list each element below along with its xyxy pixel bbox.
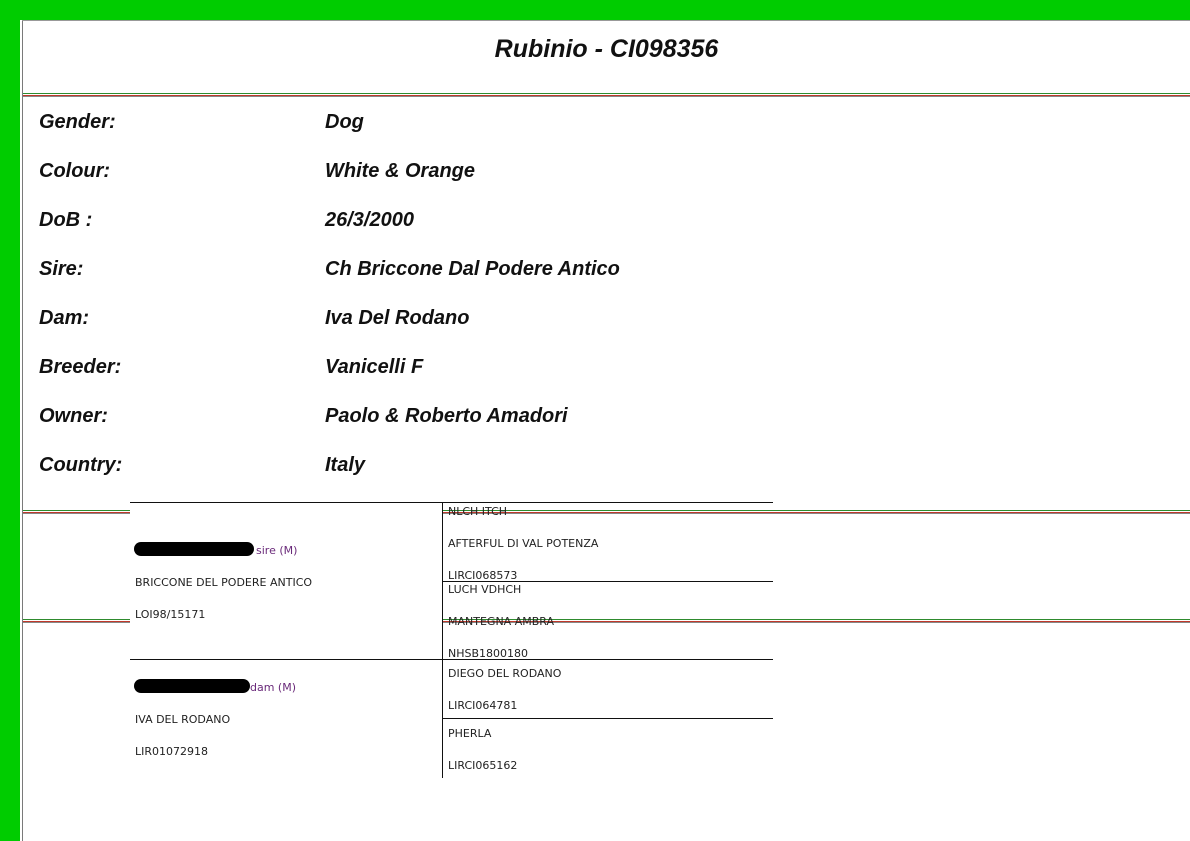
sire-role-label: sire (M) <box>256 544 298 557</box>
breeder-value: Vanicelli F <box>325 356 424 378</box>
detail-row-country: Country: Italy <box>39 454 939 480</box>
sire-reg: LOI98/15171 <box>135 608 206 621</box>
dam-role-label: dam (M) <box>250 681 297 694</box>
dob-label: DoB : <box>39 209 93 231</box>
page-title: Rubinio - CI098356 <box>494 34 719 63</box>
dam-grandparents-divider <box>443 718 773 719</box>
detail-row-gender: Gender: Dog <box>39 111 939 137</box>
owner-value: Paolo & Roberto Amadori <box>325 405 568 427</box>
dam-dam-reg: LIRCI065162 <box>448 759 518 772</box>
dam-dam-name: PHERLA <box>448 727 492 740</box>
detail-row-dam: Dam: Iva Del Rodano <box>39 307 939 333</box>
sire-sire-name: AFTERFUL DI VAL POTENZA <box>448 537 599 550</box>
country-value: Italy <box>325 454 366 476</box>
dam-sire-name: DIEGO DEL RODANO <box>448 667 562 680</box>
detail-row-owner: Owner: Paolo & Roberto Amadori <box>39 405 939 431</box>
dam-label: Dam: <box>39 307 90 329</box>
pedigree-generation-divider <box>442 502 443 778</box>
detail-row-dob: DoB : 26/3/2000 <box>39 209 939 235</box>
breeder-label: Breeder: <box>39 356 122 378</box>
detail-row-sire: Sire: Ch Briccone Dal Podere Antico <box>39 258 939 284</box>
redacted-text <box>134 542 254 556</box>
pedigree-top-rule-right <box>443 502 773 503</box>
sire-dam-name: MANTEGNA AMBRA <box>448 615 554 628</box>
dam-reg: LIR01072918 <box>135 745 209 758</box>
dam-sire-reg: LIRCI064781 <box>448 699 518 712</box>
top-green-border <box>0 0 1190 20</box>
inner-frame-border <box>22 20 23 841</box>
dam-name: IVA DEL RODANO <box>135 713 231 726</box>
dob-value: 26/3/2000 <box>325 209 414 231</box>
dam-value: Iva Del Rodano <box>325 307 470 329</box>
colour-label: Colour: <box>39 160 111 182</box>
title-section: Rubinio - CI098356 <box>23 21 1190 93</box>
detail-row-breeder: Breeder: Vanicelli F <box>39 356 939 382</box>
colour-value: White & Orange <box>325 160 476 182</box>
country-label: Country: <box>39 454 123 476</box>
gender-value: Dog <box>325 111 364 133</box>
left-green-border <box>0 0 20 841</box>
sire-dam-reg: NHSB1800180 <box>448 647 529 660</box>
sire-dam-titles: LUCH VDHCH <box>448 583 522 596</box>
title-divider <box>23 93 1190 97</box>
sire-sire-reg: LIRCI068573 <box>448 569 518 582</box>
sire-name: BRICCONE DEL PODERE ANTICO <box>135 576 313 589</box>
sire-label: Sire: <box>39 258 84 280</box>
sire-value: Ch Briccone Dal Podere Antico <box>325 258 620 280</box>
owner-label: Owner: <box>39 405 108 427</box>
detail-row-colour: Colour: White & Orange <box>39 160 939 186</box>
gender-label: Gender: <box>39 111 116 133</box>
sire-sire-titles: NLCH ITCH <box>448 505 508 518</box>
redacted-text <box>134 679 250 693</box>
